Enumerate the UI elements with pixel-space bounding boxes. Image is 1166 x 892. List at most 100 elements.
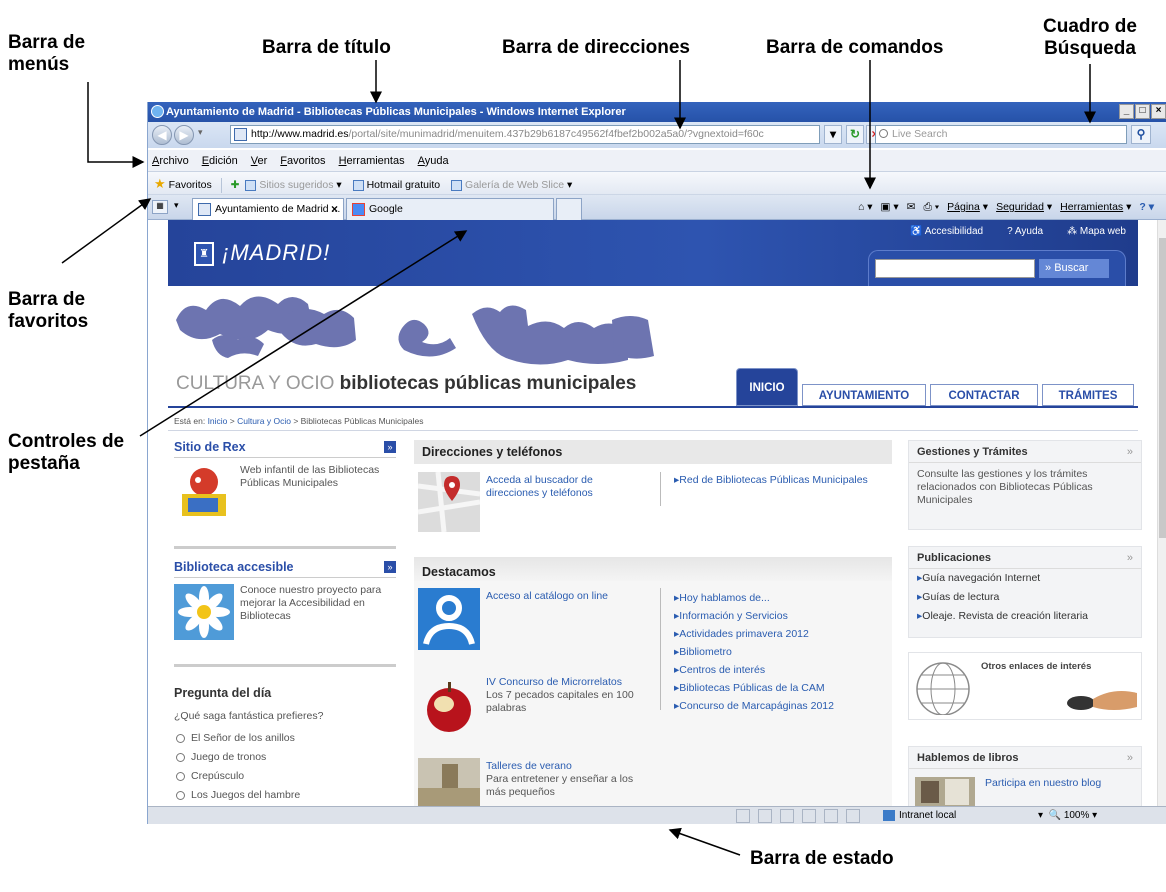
nav-tab-contactar[interactable]: CONTACTAR bbox=[930, 384, 1038, 406]
feeds-icon[interactable]: ▣ ▾ bbox=[881, 195, 899, 220]
home-icon[interactable]: ⌂ ▾ bbox=[858, 195, 873, 220]
featured-link[interactable]: Bibliotecas Públicas de la CAM bbox=[674, 682, 824, 694]
poll-option[interactable]: Los Juegos del hambre bbox=[176, 789, 300, 801]
rex-image[interactable] bbox=[174, 464, 234, 520]
publication-link[interactable]: Guía navegación Internet bbox=[909, 569, 1141, 588]
poll-option[interactable]: Crepúsculo bbox=[176, 770, 244, 782]
featured-link[interactable]: Información y Servicios bbox=[674, 610, 788, 622]
menu-ayuda[interactable]: Ayuda bbox=[418, 150, 449, 171]
address-dropdown-button[interactable]: ▾ bbox=[824, 125, 842, 144]
featured-link[interactable]: Hoy hablamos de... bbox=[674, 592, 769, 604]
menu-archivo[interactable]: Archivo bbox=[152, 150, 189, 171]
poll-question: ¿Qué saga fantástica prefieres? bbox=[174, 710, 324, 722]
search-box[interactable]: Live Search bbox=[875, 125, 1127, 144]
tab-list-icon[interactable]: ▾ bbox=[174, 200, 179, 211]
arrow-favorites-bar bbox=[61, 198, 152, 264]
site-logo[interactable]: ¡MADRID! bbox=[222, 240, 330, 266]
apple-image[interactable] bbox=[418, 674, 480, 736]
security-zone[interactable]: Intranet local bbox=[883, 807, 956, 824]
maximize-button[interactable]: □ bbox=[1135, 104, 1150, 119]
publication-link[interactable]: Guías de lectura bbox=[909, 588, 1141, 607]
daisy-image[interactable] bbox=[174, 584, 234, 640]
refresh-button[interactable]: ↻ bbox=[846, 125, 864, 144]
menu-favoritos[interactable]: Favoritos bbox=[280, 150, 325, 171]
fav-sitios-sugeridos[interactable]: Sitios sugeridos bbox=[259, 179, 333, 191]
print-icon[interactable]: ⎙ ▾ bbox=[923, 195, 939, 220]
breadcrumb-cultura[interactable]: Cultura y Ocio bbox=[237, 416, 291, 426]
add-favorite-icon[interactable]: ✚ bbox=[231, 179, 240, 191]
back-button[interactable]: ◀ bbox=[152, 125, 172, 145]
menu-ver[interactable]: Ver bbox=[251, 150, 268, 171]
history-dropdown-icon[interactable]: ▾ bbox=[198, 127, 203, 138]
close-button[interactable]: × bbox=[1151, 104, 1166, 119]
radio-icon[interactable] bbox=[176, 733, 185, 743]
breadcrumb-inicio[interactable]: Inicio bbox=[208, 416, 228, 426]
page-menu[interactable]: Página ▾ bbox=[947, 195, 988, 220]
library-network-link[interactable]: Red de Bibliotecas Públicas Municipales bbox=[674, 474, 874, 487]
catalog-link[interactable]: Acceso al catálogo on line bbox=[486, 590, 634, 603]
featured-link[interactable]: Centros de interés bbox=[674, 664, 765, 676]
accessible-description: Conoce nuestro proyecto para mejorar la … bbox=[240, 584, 382, 622]
forward-button[interactable]: ▶ bbox=[174, 125, 194, 145]
double-arrow-icon[interactable]: » bbox=[384, 561, 396, 573]
workshop-image[interactable] bbox=[418, 758, 480, 806]
favorites-button[interactable]: Favoritos bbox=[169, 179, 212, 191]
accessible-title[interactable]: Biblioteca accesible bbox=[174, 560, 396, 578]
tab-ayuntamiento[interactable]: Ayuntamiento de Madrid ... × bbox=[192, 198, 344, 220]
vertical-scrollbar[interactable] bbox=[1157, 220, 1166, 806]
new-tab-button[interactable] bbox=[556, 198, 582, 220]
mail-icon[interactable]: ✉ bbox=[907, 195, 916, 220]
address-bar[interactable]: http://www.madrid.es/portal/site/munimad… bbox=[230, 125, 820, 144]
scrollbar-thumb[interactable] bbox=[1159, 238, 1166, 538]
page-icon bbox=[352, 179, 364, 191]
radio-icon[interactable] bbox=[176, 790, 185, 800]
featured-link[interactable]: Actividades primavera 2012 bbox=[674, 628, 809, 640]
rex-title[interactable]: Sitio de Rex bbox=[174, 440, 396, 458]
link-mapa-web[interactable]: ⁂ Mapa web bbox=[1067, 226, 1126, 237]
fav-web-slice[interactable]: Galería de Web Slice bbox=[465, 179, 564, 191]
books-title[interactable]: Hablemos de libros» bbox=[909, 747, 1141, 769]
page-icon bbox=[234, 128, 247, 141]
directions-search-link[interactable]: Acceda al buscador de direcciones y telé… bbox=[486, 474, 646, 500]
title-bar[interactable]: Ayuntamiento de Madrid - Bibliotecas Púb… bbox=[148, 102, 1166, 122]
minimize-button[interactable]: _ bbox=[1119, 104, 1134, 119]
tab-bar: ▦ ▾ Ayuntamiento de Madrid ... × Google … bbox=[148, 195, 1166, 220]
menu-edicion[interactable]: Edición bbox=[202, 150, 238, 171]
workshops-link[interactable]: Talleres de verano Para entretener y ense… bbox=[486, 760, 634, 799]
featured-link[interactable]: Concurso de Marcapáginas 2012 bbox=[674, 700, 834, 712]
link-ayuda[interactable]: ? Ayuda bbox=[1007, 226, 1043, 237]
fav-hotmail[interactable]: Hotmail gratuito bbox=[367, 179, 441, 191]
poll-option[interactable]: Juego de tronos bbox=[176, 751, 266, 763]
close-tab-icon[interactable]: × bbox=[331, 199, 338, 219]
site-search-input[interactable] bbox=[875, 259, 1035, 278]
quick-tabs-icon[interactable]: ▦ bbox=[152, 200, 168, 214]
poll-option[interactable]: El Señor de los anillos bbox=[176, 732, 295, 744]
status-cell bbox=[736, 809, 750, 823]
nav-tab-inicio[interactable]: INICIO bbox=[736, 368, 798, 406]
publications-title[interactable]: Publicaciones» bbox=[909, 547, 1141, 569]
books-image[interactable] bbox=[915, 777, 975, 806]
other-links-banner[interactable]: Otros enlaces de interés bbox=[908, 652, 1142, 720]
chevron-icon: » bbox=[1126, 752, 1133, 764]
link-accesibilidad[interactable]: ♿ Accesibilidad bbox=[910, 226, 983, 237]
radio-icon[interactable] bbox=[176, 771, 185, 781]
help-icon[interactable]: ? ▾ bbox=[1139, 195, 1154, 220]
security-menu[interactable]: Seguridad ▾ bbox=[996, 195, 1052, 220]
radio-icon[interactable] bbox=[176, 752, 185, 762]
menu-herramientas[interactable]: Herramientas bbox=[339, 150, 405, 171]
nav-tab-tramites[interactable]: TRÁMITES bbox=[1042, 384, 1134, 406]
site-search-button[interactable]: » Buscar bbox=[1039, 259, 1109, 278]
featured-link[interactable]: Bibliometro bbox=[674, 646, 732, 658]
microstories-link[interactable]: IV Concurso de Microrrelatos Los 7 pecado… bbox=[486, 676, 634, 715]
nav-tab-ayuntamiento[interactable]: AYUNTAMIENTO bbox=[802, 384, 926, 406]
zoom-control[interactable]: ▾ 🔍 100% ▾ bbox=[1038, 807, 1097, 824]
search-go-button[interactable]: ⚲ bbox=[1131, 125, 1151, 144]
tab-google[interactable]: Google bbox=[346, 198, 554, 220]
tools-menu[interactable]: Herramientas ▾ bbox=[1060, 195, 1131, 220]
double-arrow-icon[interactable]: » bbox=[384, 441, 396, 453]
map-image[interactable] bbox=[418, 472, 480, 532]
publication-link[interactable]: Oleaje. Revista de creación literaria bbox=[909, 607, 1141, 626]
catalog-image[interactable] bbox=[418, 588, 480, 650]
blog-link[interactable]: Participa en nuestro blog bbox=[985, 777, 1101, 790]
procedures-title[interactable]: Gestiones y Trámites» bbox=[909, 441, 1141, 463]
